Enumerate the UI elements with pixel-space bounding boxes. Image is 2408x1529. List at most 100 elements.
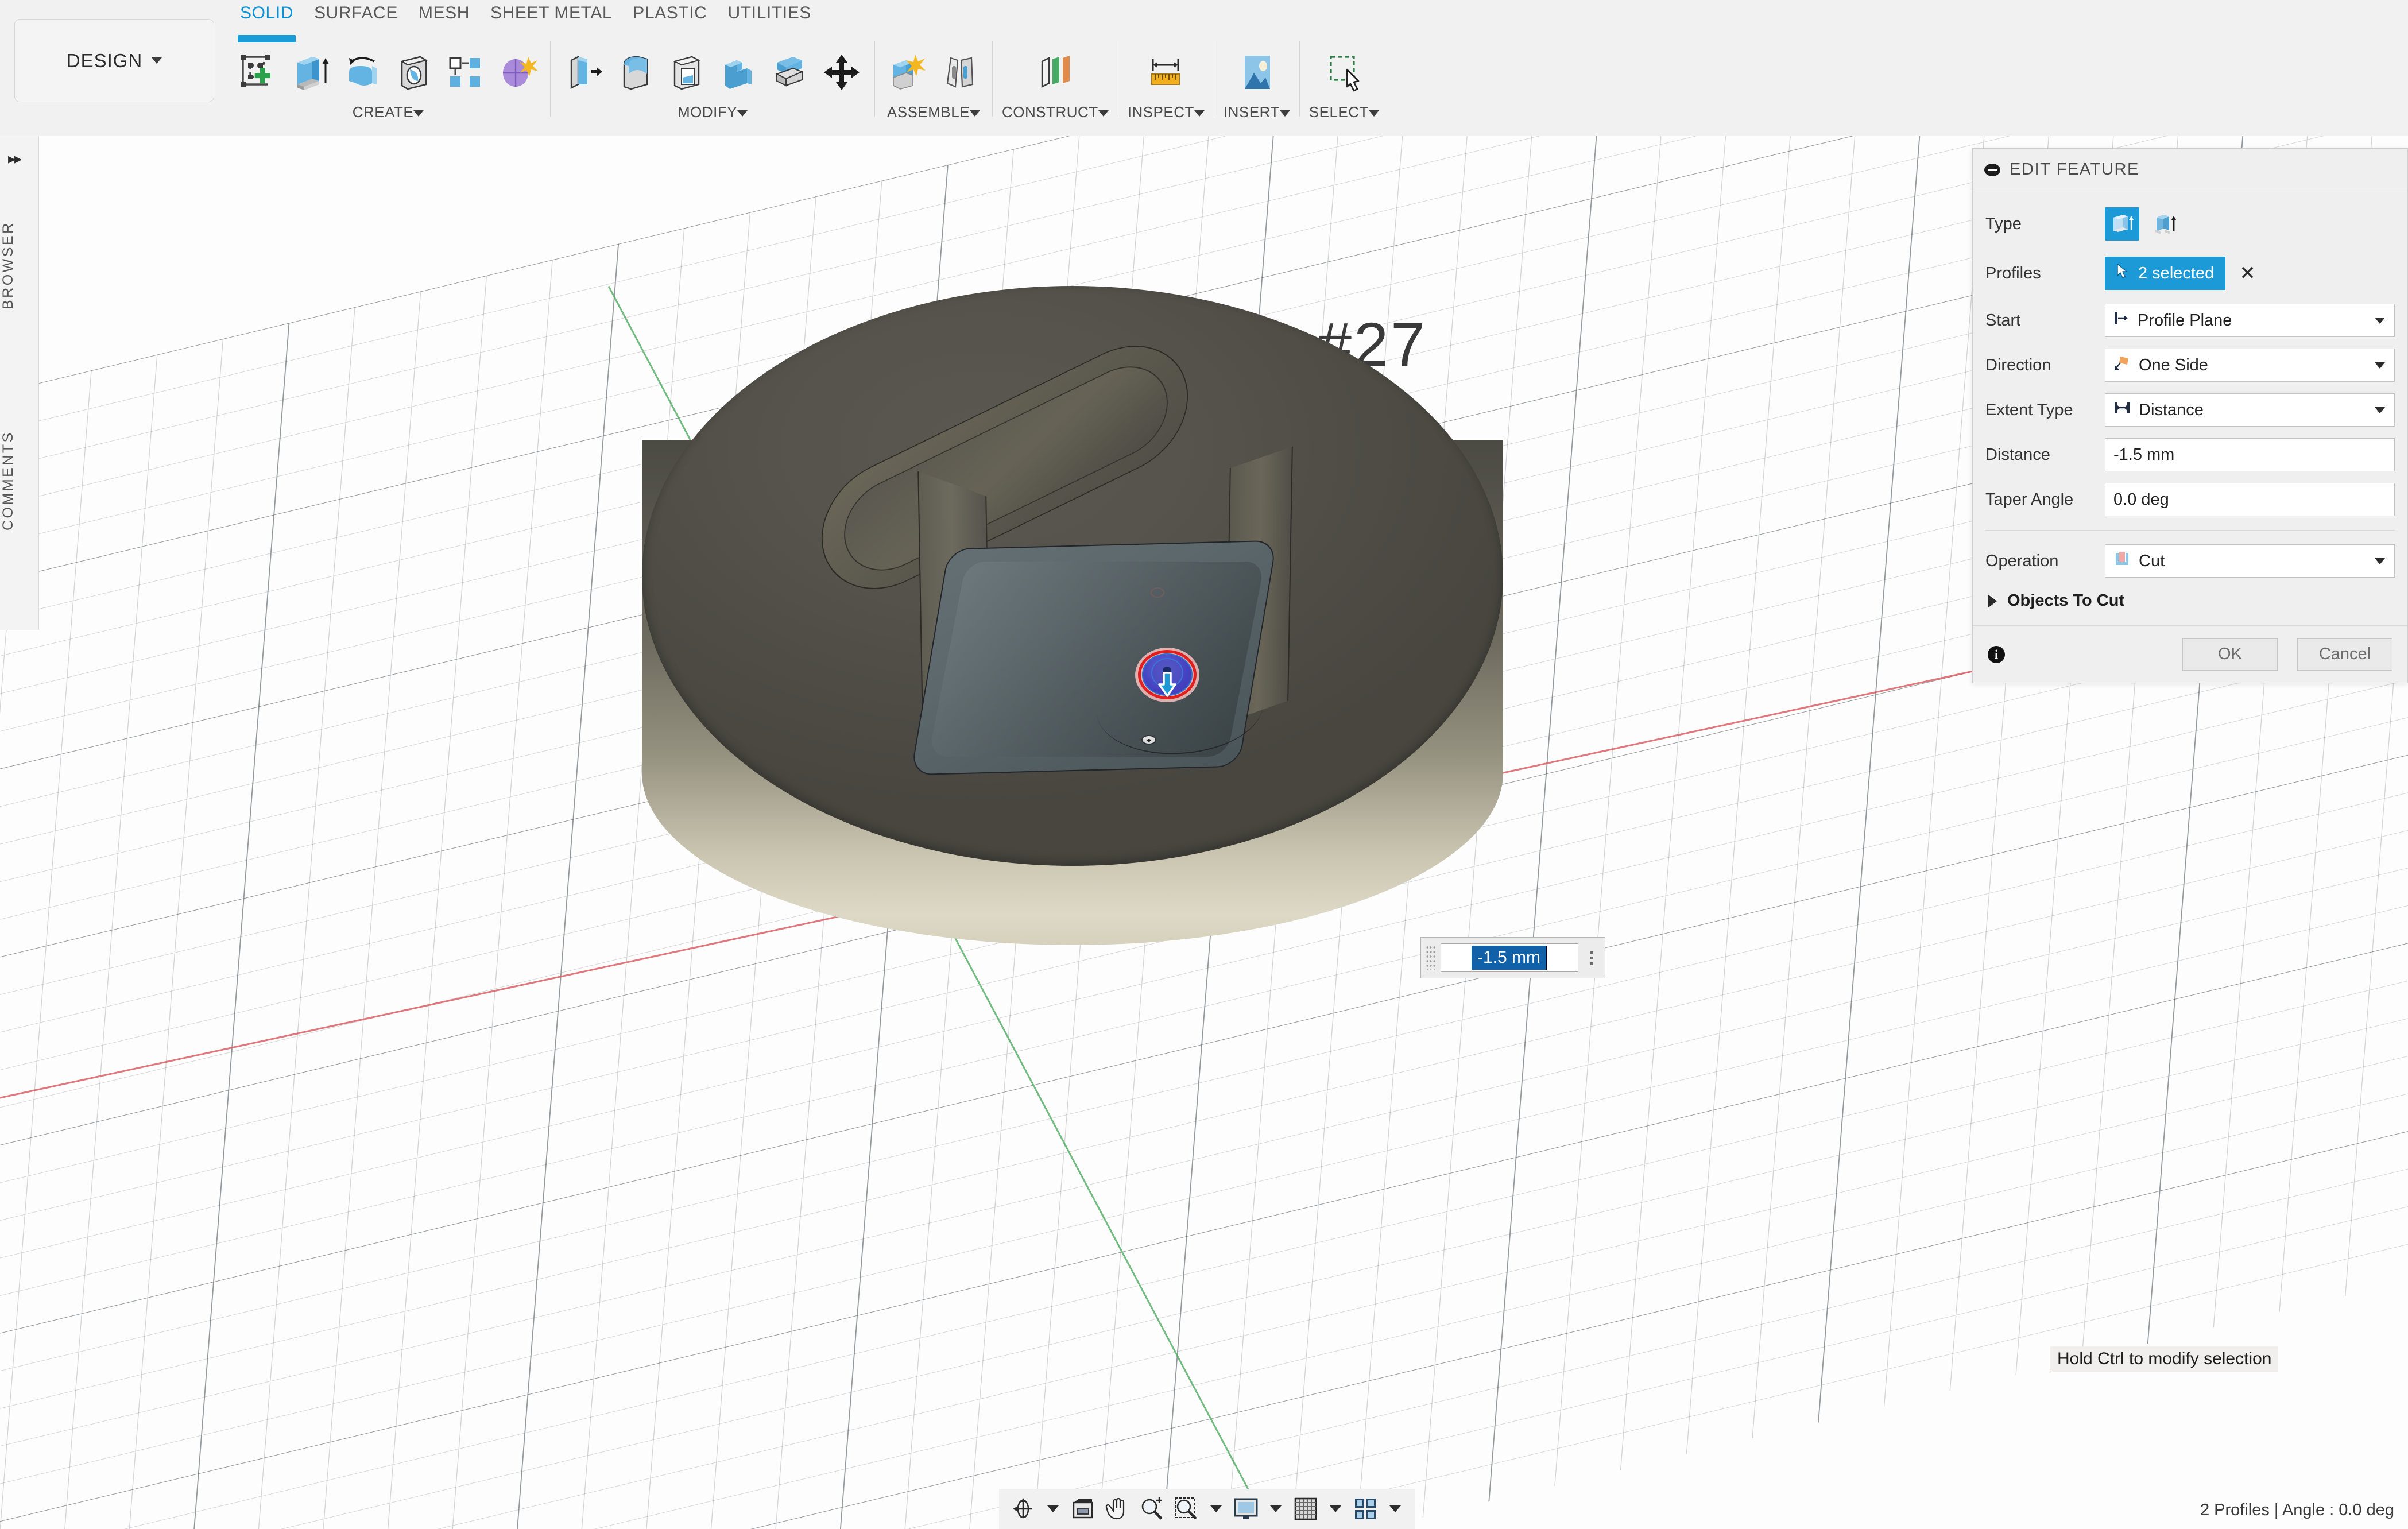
type-toggle-group [2105, 207, 2182, 241]
tab-solid[interactable]: SOLID [230, 3, 304, 33]
ribbon-group-label-assemble[interactable]: ASSEMBLE [887, 103, 980, 121]
field-row-distance: Distance -1.5 mm [1973, 432, 2407, 477]
dialog-divider [1985, 530, 2395, 531]
workspace-switcher-button[interactable]: DESIGN [14, 19, 214, 102]
offset-face-icon[interactable] [766, 46, 814, 99]
extent-type-value: Distance [2139, 401, 2204, 420]
profiles-count-label: 2 selected [2138, 264, 2214, 283]
pan-icon[interactable] [1101, 1493, 1133, 1525]
direction-dropdown[interactable]: One Side [2105, 349, 2395, 382]
chevron-down-icon[interactable] [1270, 1505, 1282, 1512]
field-row-start: Start Profile Plane [1973, 298, 2407, 343]
profiles-selection-button[interactable]: 2 selected [2105, 257, 2225, 290]
ribbon-group-assemble: ASSEMBLE [878, 36, 989, 136]
tab-plastic[interactable]: PLASTIC [622, 3, 717, 33]
joint-icon[interactable] [936, 46, 983, 99]
down-arrow-handle-icon[interactable] [1156, 672, 1178, 697]
display-settings-icon[interactable] [1230, 1493, 1262, 1525]
revolve-icon[interactable] [339, 46, 386, 99]
field-row-type: Type [1973, 199, 2407, 249]
operation-dropdown[interactable]: Cut [2105, 544, 2395, 578]
new-sketch-icon[interactable] [235, 46, 282, 99]
close-icon[interactable]: ✕ [2239, 264, 2256, 283]
start-dropdown[interactable]: Profile Plane [2105, 304, 2395, 337]
chevron-down-icon[interactable] [1047, 1505, 1059, 1512]
cancel-button[interactable]: Cancel [2297, 638, 2392, 671]
field-row-direction: Direction One Side [1973, 343, 2407, 388]
label-profiles: Profiles [1985, 264, 2105, 283]
hole-icon[interactable] [390, 46, 438, 99]
direction-value: One Side [2139, 356, 2208, 375]
ribbon-group-label-select[interactable]: SELECT [1309, 103, 1379, 121]
chevron-down-icon[interactable] [1330, 1505, 1341, 1512]
ribbon-group-label-insert[interactable]: INSERT [1224, 103, 1290, 121]
chevron-right-icon [1988, 594, 1997, 608]
drag-grip-icon[interactable] [1426, 945, 1436, 970]
move-copy-icon[interactable] [818, 46, 865, 99]
fusion-app-window: Fig. #27 [0, 0, 2408, 1529]
distance-input[interactable]: -1.5 mm [2105, 438, 2395, 471]
orbit-icon[interactable] [1007, 1493, 1039, 1525]
zoom-icon[interactable] [1136, 1493, 1168, 1525]
sidebar-item-comments[interactable]: COMMENTS [0, 389, 39, 572]
edit-feature-dialog: EDIT FEATURE Type [1972, 148, 2408, 683]
tab-mesh[interactable]: MESH [408, 3, 480, 33]
viewports-icon[interactable] [1349, 1493, 1381, 1525]
ok-button[interactable]: OK [2182, 638, 2278, 671]
press-pull-icon[interactable] [560, 46, 607, 99]
shell-icon[interactable] [663, 46, 710, 99]
ribbon-group-create: CREATE [230, 36, 547, 136]
chevron-down-icon[interactable] [1389, 1505, 1401, 1512]
solid-body-model[interactable] [642, 286, 1796, 1228]
fillet-icon[interactable] [611, 46, 659, 99]
combine-icon[interactable] [715, 46, 762, 99]
label-distance: Distance [1985, 446, 2105, 464]
info-icon[interactable]: i [1988, 646, 2005, 663]
ribbon-group-insert: INSERT [1218, 36, 1296, 136]
grid-snap-icon[interactable] [1290, 1493, 1322, 1525]
cursor-arrow-icon [2116, 263, 2129, 284]
new-component-icon[interactable] [884, 46, 931, 99]
thin-extrude-icon[interactable] [2147, 207, 2182, 241]
tab-sheet-metal[interactable]: SHEET METAL [480, 3, 622, 33]
extent-type-dropdown[interactable]: Distance [2105, 393, 2395, 427]
insert-image-icon[interactable] [1233, 46, 1280, 99]
tab-utilities[interactable]: UTILITIES [717, 3, 821, 33]
extrude-icon[interactable] [287, 46, 334, 99]
label-taper-angle: Taper Angle [1985, 490, 2105, 509]
measure-icon[interactable] [1143, 46, 1190, 99]
solid-extrude-icon[interactable] [2105, 207, 2139, 241]
field-row-extent-type: Extent Type Distance [1973, 388, 2407, 432]
distance-icon [2113, 400, 2131, 420]
ribbon-group-label-inspect[interactable]: INSPECT [1128, 103, 1205, 121]
chevron-down-icon[interactable] [1210, 1505, 1222, 1512]
group-separator [874, 41, 875, 117]
midpoint-snap-marker [1141, 735, 1156, 745]
pocket-cut-region[interactable] [775, 372, 1349, 791]
look-at-icon[interactable] [1067, 1493, 1099, 1525]
more-options-icon[interactable] [1582, 944, 1601, 971]
origin-point-marker [1151, 587, 1164, 598]
zoom-window-icon[interactable] [1170, 1493, 1202, 1525]
offset-plane-icon[interactable] [1032, 46, 1079, 99]
field-row-operation: Operation Cut [1973, 539, 2407, 583]
dialog-footer: i OK Cancel [1973, 625, 2407, 683]
sidebar-item-browser[interactable]: BROWSER [0, 171, 39, 360]
ribbon-group-label-construct[interactable]: CONSTRUCT [1002, 103, 1109, 121]
select-window-icon[interactable] [1321, 46, 1368, 99]
tab-surface[interactable]: SURFACE [304, 3, 408, 33]
ribbon-group-label-create[interactable]: CREATE [353, 103, 424, 121]
canvas-dimension-editor[interactable]: -1.5 mm [1420, 937, 1605, 978]
taper-angle-input[interactable]: 0.0 deg [2105, 483, 2395, 516]
objects-to-cut-section[interactable]: Objects To Cut [1973, 583, 2407, 622]
distance-input-field[interactable]: -1.5 mm [1441, 943, 1578, 972]
collapse-icon[interactable] [1984, 164, 2000, 176]
ribbon-group-inspect: INSPECT [1122, 36, 1210, 136]
ribbon-group-label-modify[interactable]: MODIFY [678, 103, 748, 121]
dialog-title: EDIT FEATURE [2010, 160, 2139, 179]
label-direction: Direction [1985, 356, 2105, 375]
create-form-icon[interactable] [494, 46, 541, 99]
objects-to-cut-label: Objects To Cut [2007, 591, 2124, 610]
pattern-icon[interactable] [442, 46, 489, 99]
double-arrow-icon[interactable]: ▸▸ [8, 150, 21, 168]
